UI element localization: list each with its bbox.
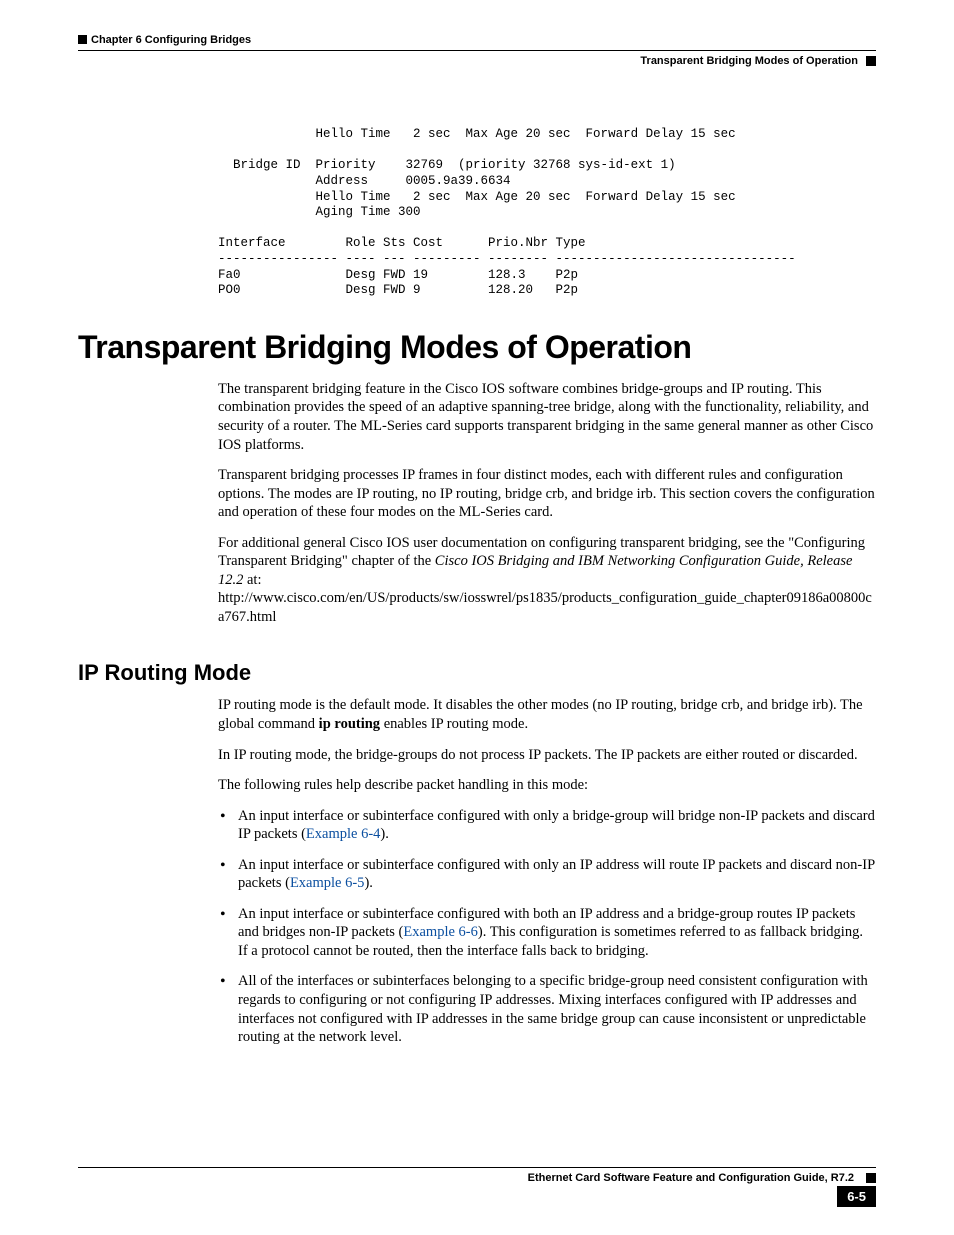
bullet-square-icon [866,56,876,66]
example-link[interactable]: Example 6-5 [290,875,365,891]
command-text: ip routing [319,716,380,732]
page-number: 6-5 [837,1186,876,1207]
footer-row: Ethernet Card Software Feature and Confi… [78,1172,876,1184]
running-header: Chapter 6 Configuring Bridges [78,30,876,51]
url-text: http://www.cisco.com/en/US/products/sw/i… [218,590,872,625]
subsection-title: IP Routing Mode [78,660,876,686]
example-link[interactable]: Example 6-4 [306,826,381,842]
list-item: All of the interfaces or subinterfaces b… [218,972,876,1046]
footer-title: Ethernet Card Software Feature and Confi… [528,1172,854,1184]
paragraph: Transparent bridging processes IP frames… [218,466,876,522]
list-item: An input interface or subinterface confi… [218,807,876,844]
bullet-square-icon [78,35,87,44]
paragraph: The following rules help describe packet… [218,776,876,795]
text: at: [243,572,261,588]
paragraph: IP routing mode is the default mode. It … [218,696,876,733]
section-body: The transparent bridging feature in the … [218,380,876,627]
text: ). [364,875,372,891]
section-header-text: Transparent Bridging Modes of Operation [640,55,858,67]
bullet-square-icon [866,1173,876,1183]
page-footer: Ethernet Card Software Feature and Confi… [78,1167,876,1207]
text: IP routing mode is the default mode. It … [218,697,863,732]
list-item: An input interface or subinterface confi… [218,905,876,961]
page: Chapter 6 Configuring Bridges Transparen… [0,0,954,1235]
footer-rule [78,1167,876,1168]
section-header-row: Transparent Bridging Modes of Operation [78,55,876,67]
example-link[interactable]: Example 6-6 [403,924,478,940]
section-title: Transparent Bridging Modes of Operation [78,329,876,366]
text: ). [380,826,388,842]
paragraph: For additional general Cisco IOS user do… [218,534,876,627]
chapter-label: Chapter 6 Configuring Bridges [91,34,251,46]
subsection-body: IP routing mode is the default mode. It … [218,696,876,1046]
paragraph: In IP routing mode, the bridge-groups do… [218,746,876,765]
list-item: An input interface or subinterface confi… [218,856,876,893]
text: enables IP routing mode. [380,716,528,732]
paragraph: The transparent bridging feature in the … [218,380,876,454]
terminal-block: Hello Time 2 sec Max Age 20 sec Forward … [218,127,876,299]
page-number-row: 6-5 [78,1186,876,1207]
bullet-list: An input interface or subinterface confi… [218,807,876,1047]
terminal-output: Hello Time 2 sec Max Age 20 sec Forward … [218,127,876,299]
